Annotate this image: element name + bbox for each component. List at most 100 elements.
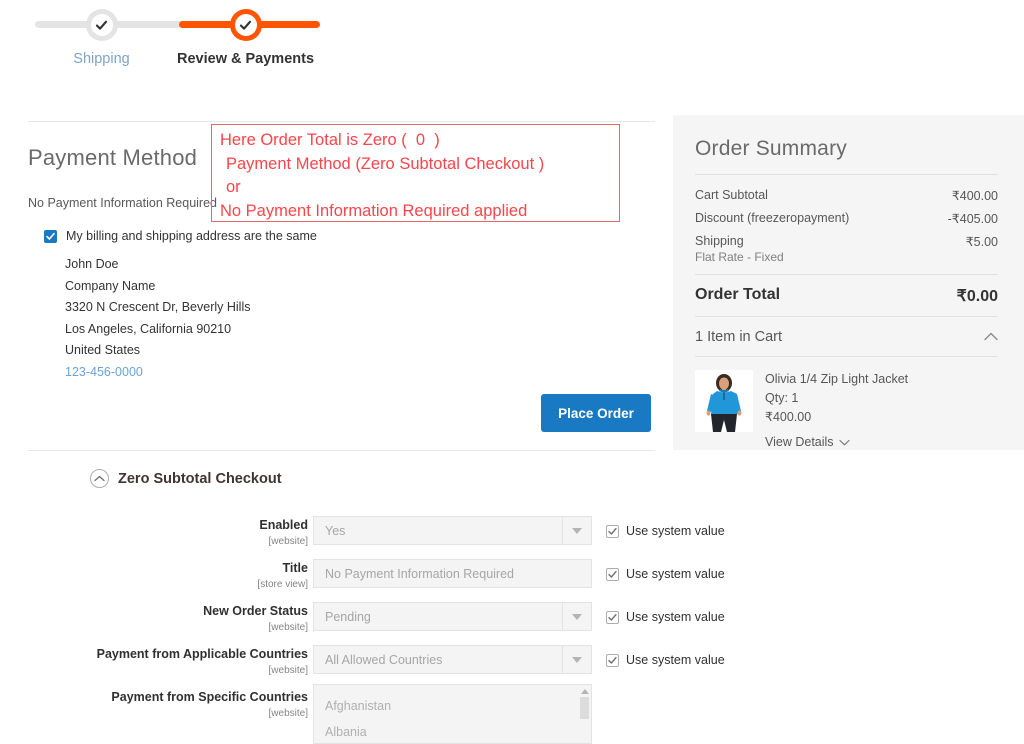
use-system-value-checkbox[interactable] (606, 567, 619, 581)
field-label-text: Payment from Specific Countries (111, 690, 308, 704)
check-icon (608, 527, 617, 535)
address-line-country: United States (65, 343, 141, 357)
progress-step-review-payments[interactable]: Review & Payments (177, 0, 314, 67)
use-system-value-applicable-countries[interactable]: Use system value (606, 653, 725, 667)
shipping-method-name: Flat Rate - Fixed (695, 250, 784, 264)
new-order-status-select-value: Pending (325, 609, 371, 624)
use-system-value-label: Use system value (626, 567, 725, 581)
progress-step-shipping[interactable]: Shipping (53, 0, 150, 67)
use-system-value-new-order-status[interactable]: Use system value (606, 610, 725, 624)
annotation-line-1: Here Order Total is Zero ( 0 ) (220, 131, 440, 149)
progress-bullet-shipping (85, 9, 118, 41)
field-row-enabled: Enabled [website] Yes Use system value (0, 516, 1024, 561)
page-title: Payment Method (28, 145, 198, 170)
cart-item-name: Olivia 1/4 Zip Light Jacket (765, 372, 909, 386)
field-scope-text: [website] (268, 708, 308, 719)
payment-method-name: No Payment Information Required (28, 196, 217, 210)
annotation-callout: Here Order Total is Zero ( 0 ) Payment M… (211, 124, 620, 222)
annotation-line-2: Payment Method (Zero Subtotal Checkout ) (226, 154, 545, 173)
scroll-up-arrow-icon[interactable] (580, 689, 589, 694)
view-details-label: View Details (765, 435, 834, 449)
chevron-up-circle-icon (90, 469, 109, 488)
field-control-title: No Payment Information Required (313, 559, 592, 588)
admin-section-header[interactable]: Zero Subtotal Checkout (90, 469, 282, 488)
field-scope-text: [website] (268, 622, 308, 633)
address-line-street: 3320 N Crescent Dr, Beverly Hills (65, 300, 251, 314)
use-system-value-title[interactable]: Use system value (606, 567, 725, 581)
order-total-label: Order Total (695, 286, 781, 303)
address-phone-link[interactable]: 123-456-0000 (65, 362, 250, 384)
progress-step-label-review-payments: Review & Payments (177, 51, 315, 67)
field-control-new-order-status: Pending (313, 602, 592, 631)
field-scope-text: [website] (268, 665, 308, 676)
check-icon (239, 19, 252, 32)
field-label-text: Payment from Applicable Countries (96, 647, 308, 661)
total-value: ₹5.00 (965, 235, 998, 249)
multiselect-option[interactable]: Afghanistan (325, 693, 591, 719)
field-row-specific-countries: Payment from Specific Countries [website… (0, 684, 1024, 744)
field-label-title: Title [store view] (0, 561, 308, 592)
total-label: Cart Subtotal (695, 188, 768, 202)
check-icon (608, 570, 617, 578)
field-row-title: Title [store view] No Payment Informatio… (0, 559, 1024, 604)
cart-item: Olivia 1/4 Zip Light Jacket Qty: 1 ₹400.… (695, 357, 998, 453)
total-label: Discount (freezeropayment) (695, 211, 850, 225)
chevron-down-icon (562, 517, 591, 544)
scrollbar-thumb[interactable] (580, 697, 589, 719)
cart-items-count-label: 1 Item in Cart (695, 329, 783, 345)
chevron-down-icon (839, 438, 850, 449)
order-total-value: ₹0.00 (956, 288, 998, 305)
same-address-checkbox-row[interactable]: My billing and shipping address are the … (44, 229, 317, 243)
admin-config-fields: Enabled [website] Yes Use system value T… (0, 516, 1024, 744)
checkout-progress-bar: Shipping Review & Payments (0, 0, 1024, 92)
use-system-value-label: Use system value (626, 610, 725, 624)
multiselect-scrollbar[interactable] (579, 686, 590, 743)
multiselect-option[interactable]: Albania (325, 719, 591, 743)
admin-section-divider (28, 450, 655, 451)
cart-items-toggle[interactable]: 1 Item in Cart (695, 317, 998, 356)
address-line-name: John Doe (65, 257, 119, 271)
admin-section-title: Zero Subtotal Checkout (118, 470, 282, 487)
field-label-enabled: Enabled [website] (0, 518, 308, 549)
total-row-shipping: Shipping Flat Rate - Fixed ₹5.00 (695, 230, 998, 268)
field-control-enabled: Yes (313, 516, 592, 545)
view-details-toggle[interactable]: View Details (765, 433, 908, 453)
field-label-new-order-status: New Order Status [website] (0, 604, 308, 635)
field-label-text: Title (282, 561, 308, 575)
cart-item-qty: Qty: 1 (765, 391, 799, 405)
same-address-label: My billing and shipping address are the … (66, 229, 317, 243)
total-value: ₹400.00 (951, 189, 998, 203)
use-system-value-enabled[interactable]: Use system value (606, 524, 725, 538)
cart-item-price: ₹400.00 (765, 410, 812, 424)
use-system-value-checkbox[interactable] (606, 653, 619, 667)
new-order-status-select[interactable]: Pending (313, 602, 592, 631)
enabled-select[interactable]: Yes (313, 516, 592, 545)
total-label-group: Shipping Flat Rate - Fixed (695, 234, 784, 264)
address-line-company: Company Name (65, 278, 156, 293)
chevron-up-icon (984, 331, 998, 343)
same-address-checkbox[interactable] (44, 229, 57, 243)
title-input[interactable]: No Payment Information Required (313, 559, 592, 588)
progress-step-label-shipping: Shipping (73, 51, 130, 67)
progress-bullet-review-payments (229, 9, 262, 41)
field-control-applicable-countries: All Allowed Countries (313, 645, 592, 674)
place-order-button[interactable]: Place Order (541, 394, 651, 432)
order-total-row: Order Total ₹0.00 (695, 275, 998, 316)
applicable-countries-select-value: All Allowed Countries (325, 652, 443, 667)
title-input-value: No Payment Information Required (325, 566, 514, 581)
chevron-down-icon (562, 603, 591, 630)
order-summary-title: Order Summary (695, 137, 847, 160)
use-system-value-label: Use system value (626, 524, 725, 538)
check-icon (46, 232, 55, 240)
field-label-specific-countries: Payment from Specific Countries [website… (0, 690, 308, 721)
enabled-select-value: Yes (325, 523, 346, 538)
product-thumbnail (695, 370, 753, 432)
field-label-applicable-countries: Payment from Applicable Countries [websi… (0, 647, 308, 678)
use-system-value-checkbox[interactable] (606, 524, 619, 538)
use-system-value-checkbox[interactable] (606, 610, 619, 624)
use-system-value-label: Use system value (626, 653, 725, 667)
field-scope-text: [website] (268, 536, 308, 547)
applicable-countries-select[interactable]: All Allowed Countries (313, 645, 592, 674)
specific-countries-multiselect[interactable]: Afghanistan Albania (313, 684, 592, 744)
order-totals: Cart Subtotal ₹400.00 Discount (freezero… (695, 175, 998, 274)
